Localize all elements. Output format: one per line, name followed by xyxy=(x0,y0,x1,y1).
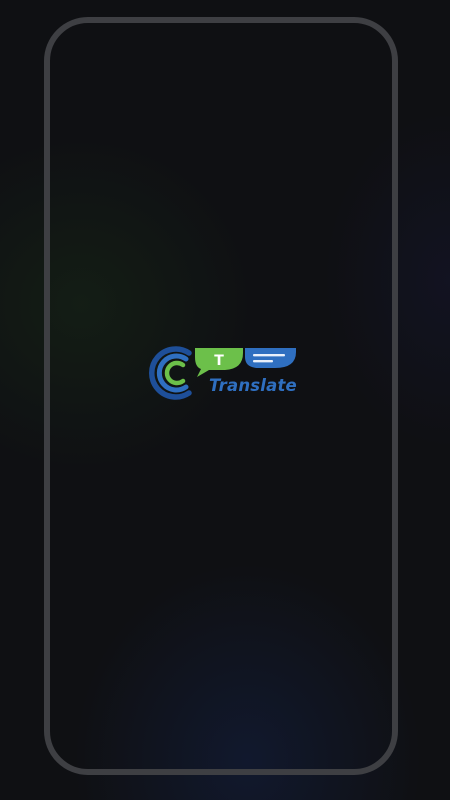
speech-bubble-t-icon: T xyxy=(195,348,243,377)
badge-letter: T xyxy=(214,353,224,369)
circular-c-logo-icon xyxy=(148,346,192,400)
app-logo-wordmark: Translate xyxy=(209,376,297,395)
speech-bubble-lines-icon xyxy=(245,348,296,368)
app-logo: T Translate xyxy=(148,345,297,401)
